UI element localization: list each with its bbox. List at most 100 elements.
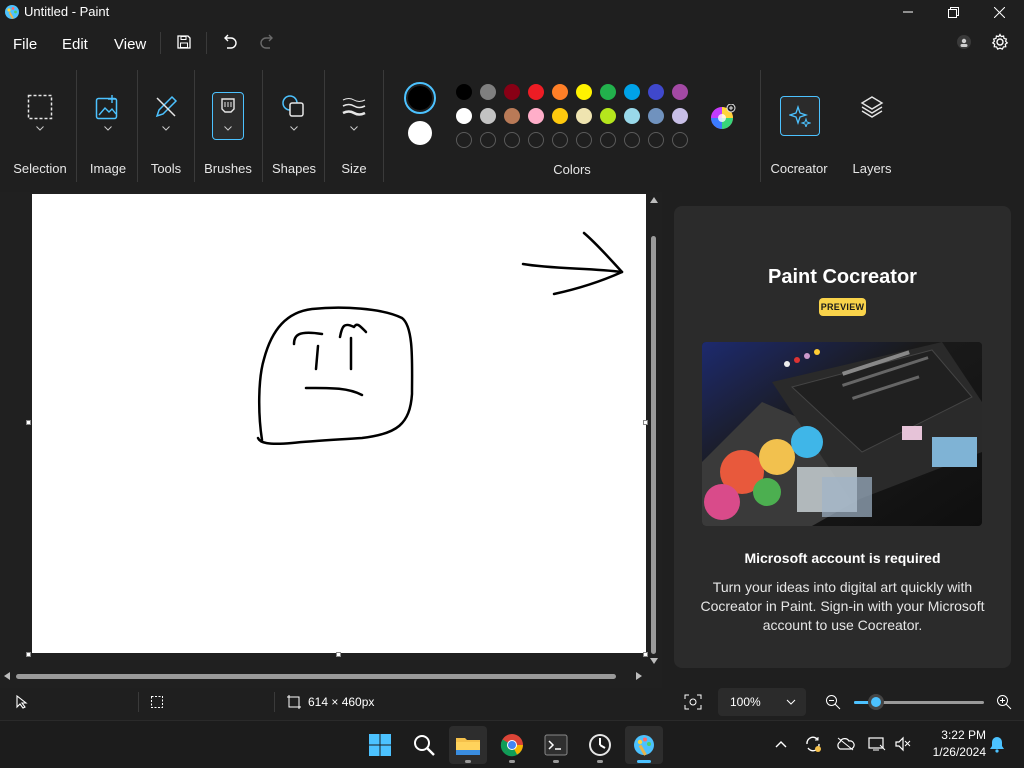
arrow-head-stroke: [552, 231, 624, 296]
palette-color-swatch[interactable]: [576, 108, 592, 124]
palette-color-swatch[interactable]: [552, 108, 568, 124]
sync-icon[interactable]: [803, 734, 823, 754]
palette-color-swatch[interactable]: [456, 108, 472, 124]
custom-color-slot[interactable]: [480, 132, 496, 148]
palette-color-swatch[interactable]: [624, 84, 640, 100]
palette-color-swatch[interactable]: [600, 84, 616, 100]
search-icon[interactable]: [405, 726, 443, 764]
window-title: Untitled - Paint: [24, 4, 110, 19]
palette-color-swatch[interactable]: [504, 84, 520, 100]
layers-group[interactable]: Layers: [840, 64, 904, 192]
custom-color-slot[interactable]: [600, 132, 616, 148]
layers-label: Layers: [852, 161, 892, 176]
view-menu[interactable]: View: [114, 36, 146, 53]
clock-time[interactable]: 3:22 PM: [926, 728, 986, 742]
palette-color-swatch[interactable]: [480, 108, 496, 124]
file-explorer-icon[interactable]: [449, 726, 487, 764]
close-button[interactable]: [976, 0, 1022, 24]
volume-muted-icon[interactable]: [893, 734, 913, 754]
shapes-group[interactable]: Shapes: [266, 64, 322, 192]
palette-color-swatch[interactable]: [672, 108, 688, 124]
running-indicator: [509, 760, 515, 763]
scroll-right-arrow-icon[interactable]: [636, 672, 644, 680]
chevron-down-icon: [104, 126, 112, 131]
custom-color-slot[interactable]: [552, 132, 568, 148]
zoom-out-icon[interactable]: [825, 694, 841, 710]
zoom-in-icon[interactable]: [996, 694, 1012, 710]
custom-color-slot[interactable]: [672, 132, 688, 148]
account-required-heading: Microsoft account is required: [744, 550, 941, 566]
onedrive-icon[interactable]: [835, 734, 855, 754]
custom-color-slot[interactable]: [624, 132, 640, 148]
start-windows-icon[interactable]: [361, 726, 399, 764]
fit-to-window-icon[interactable]: [684, 694, 702, 710]
palette-color-swatch[interactable]: [624, 108, 640, 124]
canvas-resize-handle-bottom[interactable]: [336, 652, 341, 657]
cocreator-description: Turn your ideas into digital art quickly…: [700, 579, 985, 633]
selection-group[interactable]: Selection: [4, 64, 76, 192]
palette-color-swatch[interactable]: [528, 84, 544, 100]
brushes-group[interactable]: Brushes: [198, 64, 258, 192]
clock-date[interactable]: 1/26/2024: [918, 745, 986, 759]
size-group[interactable]: Size: [328, 64, 380, 192]
primary-color-button[interactable]: [404, 82, 436, 114]
palette-color-swatch[interactable]: [672, 84, 688, 100]
tools-group[interactable]: Tools: [140, 64, 192, 192]
paint-taskbar-icon[interactable]: [625, 726, 663, 764]
scroll-left-arrow-icon[interactable]: [4, 672, 12, 680]
palette-color-swatch[interactable]: [552, 84, 568, 100]
edit-menu[interactable]: Edit: [62, 36, 88, 53]
settings-gear-icon[interactable]: [988, 30, 1012, 54]
brushes-label: Brushes: [204, 161, 252, 176]
shapes-label: Shapes: [271, 161, 317, 176]
horizontal-scrollbar-thumb[interactable]: [16, 674, 616, 679]
image-group[interactable]: Image: [80, 64, 136, 192]
custom-color-slot[interactable]: [528, 132, 544, 148]
edit-colors-wheel-icon[interactable]: [710, 104, 736, 130]
canvas-resize-handle-right[interactable]: [643, 420, 648, 425]
secondary-color-swatch[interactable]: [408, 121, 432, 145]
chrome-browser-icon[interactable]: [493, 726, 531, 764]
redo-icon[interactable]: [256, 30, 280, 54]
save-icon[interactable]: [172, 30, 196, 54]
terminal-icon[interactable]: [537, 726, 575, 764]
palette-color-swatch[interactable]: [648, 84, 664, 100]
selection-rectangle-icon: [27, 94, 53, 120]
canvas-resize-handle-bottom-left[interactable]: [26, 652, 31, 657]
account-icon[interactable]: [952, 30, 976, 54]
palette-color-swatch[interactable]: [504, 108, 520, 124]
palette-color-swatch[interactable]: [600, 108, 616, 124]
scroll-down-arrow-icon[interactable]: [650, 658, 658, 666]
canvas-resize-handle-corner[interactable]: [643, 652, 648, 657]
preview-badge: PREVIEW: [819, 298, 866, 316]
notification-bell-icon[interactable]: [987, 734, 1007, 754]
scroll-up-arrow-icon[interactable]: [650, 197, 658, 205]
drawing-canvas[interactable]: [32, 194, 646, 653]
zoom-dropdown[interactable]: 100%: [718, 688, 806, 716]
ribbon-divider: [262, 70, 263, 182]
cocreator-group[interactable]: Cocreator: [766, 64, 832, 192]
chevron-down-icon: [350, 126, 358, 131]
file-menu[interactable]: File: [13, 36, 37, 53]
palette-color-swatch[interactable]: [456, 84, 472, 100]
palette-color-swatch[interactable]: [480, 84, 496, 100]
undo-icon[interactable]: [217, 30, 241, 54]
palette-color-swatch[interactable]: [648, 108, 664, 124]
clock-app-icon[interactable]: [581, 726, 619, 764]
network-icon[interactable]: [867, 734, 887, 754]
minimize-button[interactable]: [885, 0, 931, 24]
zoom-slider-thumb[interactable]: [868, 694, 884, 710]
ribbon-divider: [194, 70, 195, 182]
cocreator-label: Cocreator: [770, 161, 828, 176]
face-outline-stroke: [256, 306, 414, 446]
custom-color-slot[interactable]: [576, 132, 592, 148]
restore-button[interactable]: [930, 0, 976, 24]
palette-color-swatch[interactable]: [576, 84, 592, 100]
vertical-scrollbar-thumb[interactable]: [651, 236, 656, 654]
custom-color-slot[interactable]: [648, 132, 664, 148]
canvas-resize-handle-left[interactable]: [26, 420, 31, 425]
custom-color-slot[interactable]: [504, 132, 520, 148]
palette-color-swatch[interactable]: [528, 108, 544, 124]
custom-color-slot[interactable]: [456, 132, 472, 148]
show-hidden-icons-chevron-icon[interactable]: [771, 734, 791, 754]
